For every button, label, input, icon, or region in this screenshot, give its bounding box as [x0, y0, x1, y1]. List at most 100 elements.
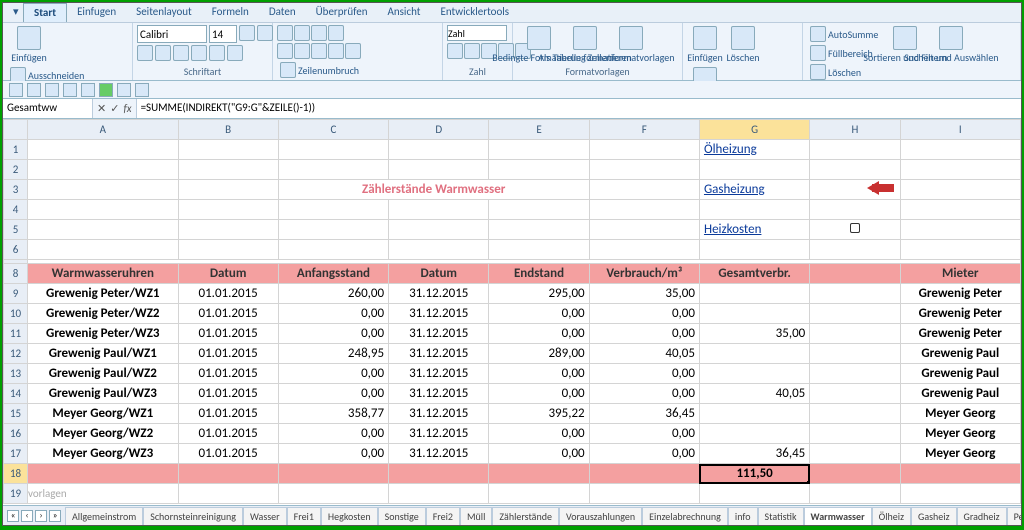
cell[interactable]: 36,45 [699, 444, 809, 464]
col-header[interactable]: I [900, 120, 1020, 140]
cell[interactable]: 0,00 [489, 444, 589, 464]
cell[interactable]: 358,77 [278, 404, 388, 424]
cell[interactable]: 0,00 [278, 424, 388, 444]
cell[interactable]: Grewenig Peter/WZ2 [28, 304, 178, 324]
sheet-tab[interactable]: Allgemeinstrom [65, 507, 143, 525]
cell[interactable]: Meyer Georg [900, 404, 1020, 424]
col-header[interactable]: E [489, 120, 589, 140]
sheet-nav-prev-icon[interactable]: ‹ [21, 510, 33, 522]
tab-data[interactable]: Daten [259, 3, 306, 22]
sheet-tab[interactable]: Sonstige [378, 507, 426, 525]
sheet-tab[interactable]: Hegkosten [321, 507, 378, 525]
header-cell[interactable]: Gesamtverbr. [699, 264, 809, 284]
cell[interactable]: 40,05 [699, 384, 809, 404]
cell[interactable]: 0,00 [589, 324, 699, 344]
cell[interactable]: 0,00 [589, 424, 699, 444]
align-center-icon[interactable] [294, 43, 310, 59]
row-header[interactable]: 1 [4, 140, 28, 160]
cell[interactable]: Grewenig Paul/WZ3 [28, 384, 178, 404]
cell[interactable]: 01.01.2015 [178, 344, 278, 364]
sheet-nav-last-icon[interactable]: » [49, 510, 61, 522]
cell[interactable]: 0,00 [489, 304, 589, 324]
wrap-text-button[interactable]: Zeilenumbruch [277, 61, 405, 79]
qat-undo-icon[interactable] [27, 83, 41, 97]
row-header[interactable]: 18 [4, 464, 28, 484]
cell[interactable]: 31.12.2015 [389, 444, 489, 464]
spreadsheet-grid[interactable]: A B C D E F G H I 1Ölheizung 2 3Zählerst… [3, 119, 1021, 505]
header-cell[interactable]: Warmwasseruhren [28, 264, 178, 284]
tab-start[interactable]: Start [23, 3, 67, 22]
cell[interactable]: 0,00 [278, 444, 388, 464]
qat-preview-icon[interactable] [81, 83, 95, 97]
tab-insert[interactable]: Einfugen [67, 3, 126, 22]
qat-macro-icon[interactable] [117, 83, 131, 97]
cell[interactable]: 01.01.2015 [178, 424, 278, 444]
cell[interactable] [810, 384, 900, 404]
cell[interactable]: 31.12.2015 [389, 384, 489, 404]
cell[interactable]: 01.01.2015 [178, 444, 278, 464]
col-header[interactable]: C [278, 120, 388, 140]
sheet-tab[interactable]: Müll [460, 507, 492, 525]
cell[interactable]: 0,00 [489, 364, 589, 384]
cell[interactable]: 0,00 [589, 304, 699, 324]
cell[interactable]: 295,00 [489, 284, 589, 304]
col-header[interactable]: A [28, 120, 178, 140]
cell[interactable]: 248,95 [278, 344, 388, 364]
cell[interactable] [810, 424, 900, 444]
align-left-icon[interactable] [277, 43, 293, 59]
header-cell[interactable]: Verbrauch/m³ [589, 264, 699, 284]
border-icon[interactable] [191, 45, 207, 61]
row-header[interactable]: 15 [4, 404, 28, 424]
tab-review[interactable]: Überprüfen [306, 3, 378, 22]
cell[interactable] [810, 444, 900, 464]
row-header[interactable]: 6 [4, 240, 28, 260]
percent-icon[interactable] [464, 43, 480, 59]
insert-cells-button[interactable]: Einfügen [687, 25, 723, 64]
sheet-tab[interactable]: Frei1 [287, 507, 321, 525]
shrink-font-icon[interactable] [257, 25, 273, 41]
sheet-tab[interactable]: Einzelabrechnung [642, 507, 728, 525]
fx-icon[interactable]: fx [123, 102, 131, 115]
cell[interactable]: 31.12.2015 [389, 364, 489, 384]
sheet-tab[interactable]: Gasheiz [911, 507, 956, 525]
cell[interactable]: Grewenig Paul [900, 384, 1020, 404]
cell[interactable]: 395,22 [489, 404, 589, 424]
select-all-button[interactable] [4, 120, 28, 140]
cell[interactable] [810, 284, 900, 304]
cell[interactable] [810, 404, 900, 424]
cell[interactable]: 0,00 [278, 364, 388, 384]
row-header[interactable]: 13 [4, 364, 28, 384]
cell[interactable]: 0,00 [589, 384, 699, 404]
row-header[interactable]: 16 [4, 424, 28, 444]
header-cell[interactable]: Endstand [489, 264, 589, 284]
file-dropdown[interactable]: ▾ [3, 3, 23, 22]
cell[interactable]: 01.01.2015 [178, 324, 278, 344]
indent-dec-icon[interactable] [328, 43, 344, 59]
cell[interactable]: 260,00 [278, 284, 388, 304]
sheet-tab[interactable]: Statistik [758, 507, 804, 525]
cell[interactable]: 0,00 [589, 444, 699, 464]
find-select-button[interactable]: Suchen und Auswählen [929, 25, 973, 64]
font-size-select[interactable] [209, 25, 237, 43]
row-header[interactable]: 19 [4, 484, 28, 504]
cell[interactable]: 0,00 [278, 384, 388, 404]
cell[interactable]: 0,00 [489, 424, 589, 444]
cell[interactable]: 0,00 [489, 324, 589, 344]
cell[interactable]: 40,05 [589, 344, 699, 364]
cell[interactable]: Meyer Georg/WZ1 [28, 404, 178, 424]
cell[interactable]: 31.12.2015 [389, 344, 489, 364]
font-name-select[interactable] [137, 25, 207, 43]
cell[interactable]: Grewenig Peter/WZ1 [28, 284, 178, 304]
underline-icon[interactable] [173, 45, 189, 61]
tab-formulas[interactable]: Formeln [202, 3, 259, 22]
sheet-tab[interactable]: Schornsteinreinigung [143, 507, 243, 525]
orientation-icon[interactable] [328, 25, 344, 41]
delete-cells-button[interactable]: Löschen [725, 25, 761, 64]
sheet-tab[interactable]: Vorauszahlungen [559, 507, 642, 525]
cell[interactable] [810, 324, 900, 344]
currency-icon[interactable] [447, 43, 463, 59]
header-cell[interactable]: Datum [389, 264, 489, 284]
cell[interactable] [699, 344, 809, 364]
cell[interactable] [810, 344, 900, 364]
row-header[interactable]: 3 [4, 180, 28, 200]
